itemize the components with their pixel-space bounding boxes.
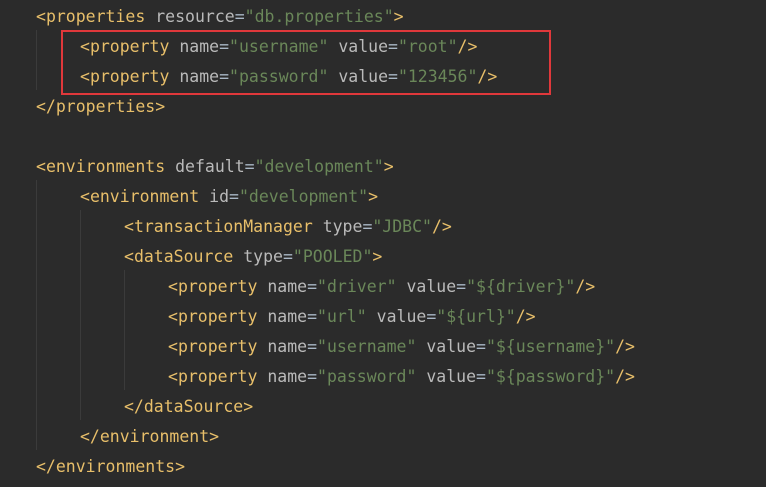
equals-sign: = — [456, 277, 467, 296]
attribute-value: "driver" — [317, 277, 397, 296]
tag-name: property — [177, 337, 258, 356]
code-line[interactable]: <property name="driver" value="${driver}… — [168, 272, 595, 302]
code-line[interactable]: <environment id="development"> — [80, 182, 378, 212]
attribute-name: name — [267, 367, 308, 386]
code-line[interactable]: <property name="url" value="${url}"/> — [168, 302, 536, 332]
tag-close: /> — [575, 277, 596, 296]
tag-open: < — [36, 7, 46, 26]
tag-close: /> — [515, 307, 536, 326]
attribute-value: "development" — [238, 187, 369, 206]
equals-sign: = — [307, 307, 318, 326]
equals-sign: = — [234, 7, 245, 26]
attribute-value: "db.properties" — [244, 7, 394, 26]
tag-open: < — [168, 337, 178, 356]
attribute-name: name — [267, 277, 308, 296]
tag-name: properties — [45, 7, 146, 26]
tag-open: < — [168, 367, 178, 386]
equals-sign: = — [282, 247, 293, 266]
equals-sign: = — [426, 307, 437, 326]
attribute-value: "url" — [317, 307, 367, 326]
equals-sign: = — [362, 217, 373, 236]
tag-open: < — [168, 307, 178, 326]
attribute-name: name — [267, 307, 308, 326]
equals-sign: = — [476, 337, 486, 356]
tag-name: property — [177, 277, 258, 296]
attribute-name: resource — [155, 7, 235, 26]
code-line[interactable]: </environment> — [80, 422, 219, 452]
attribute-value: "${url}" — [436, 307, 516, 326]
tag-open: < — [36, 157, 46, 176]
tag-close: > — [372, 247, 383, 266]
highlight-box — [61, 30, 551, 95]
tag-close: /> — [615, 367, 635, 386]
attribute-name: value — [406, 277, 457, 296]
tag-open: < — [124, 247, 134, 266]
attribute-value: "JDBC" — [372, 217, 432, 236]
code-line[interactable]: <transactionManager type="JDBC"/> — [124, 212, 452, 242]
equals-sign: = — [307, 367, 318, 386]
equals-sign: = — [307, 337, 318, 356]
attribute-name: type — [322, 217, 363, 236]
code-line[interactable]: <property name="username" value="${usern… — [168, 332, 635, 362]
code-line[interactable]: <dataSource type="POOLED"> — [124, 242, 382, 272]
tag-name: transactionManager — [133, 217, 313, 236]
attribute-name: name — [267, 337, 308, 356]
equals-sign: = — [229, 187, 239, 206]
tag-close: > — [368, 187, 379, 206]
code-line[interactable]: <environments default="development"> — [36, 152, 394, 182]
attribute-value: "${password}" — [485, 367, 616, 386]
tag-close: /> — [431, 217, 452, 236]
attribute-value: "development" — [254, 157, 384, 176]
attribute-value: "${username}" — [485, 337, 616, 356]
attribute-value: "${driver}" — [466, 277, 576, 296]
attribute-value: "username" — [317, 337, 417, 356]
indent-guide — [36, 30, 37, 90]
tag-close: > — [393, 7, 404, 26]
attribute-value: "password" — [317, 367, 417, 386]
tag-name: property — [177, 367, 258, 386]
indent-guide — [36, 180, 37, 450]
code-line[interactable]: </environments> — [36, 452, 185, 482]
equals-sign: = — [476, 367, 486, 386]
attribute-value: "POOLED" — [292, 247, 373, 266]
tag-open: < — [168, 277, 178, 296]
code-line[interactable]: </properties> — [36, 92, 165, 122]
attribute-name: value — [376, 307, 427, 326]
attribute-name: default — [175, 157, 245, 176]
equals-sign: = — [244, 157, 255, 176]
indent-guide — [124, 270, 125, 390]
tag-name: environments — [45, 157, 166, 176]
tag-close: > — [383, 157, 394, 176]
attribute-name: value — [426, 337, 476, 356]
code-line[interactable]: </dataSource> — [124, 392, 253, 422]
tag-open: < — [80, 187, 90, 206]
tag-name: dataSource — [133, 247, 234, 266]
attribute-name: id — [209, 187, 230, 206]
attribute-name: value — [426, 367, 476, 386]
attribute-name: type — [243, 247, 283, 266]
code-editor[interactable]: <properties resource="db.properties"> <p… — [0, 0, 766, 487]
tag-name: property — [177, 307, 258, 326]
code-line[interactable]: <property name="password" value="${passw… — [168, 362, 635, 392]
tag-close: /> — [615, 337, 635, 356]
code-line[interactable]: <properties resource="db.properties"> — [36, 2, 404, 32]
tag-open: < — [124, 217, 134, 236]
equals-sign: = — [307, 277, 318, 296]
indent-guide — [80, 210, 81, 420]
tag-name: environment — [89, 187, 200, 206]
